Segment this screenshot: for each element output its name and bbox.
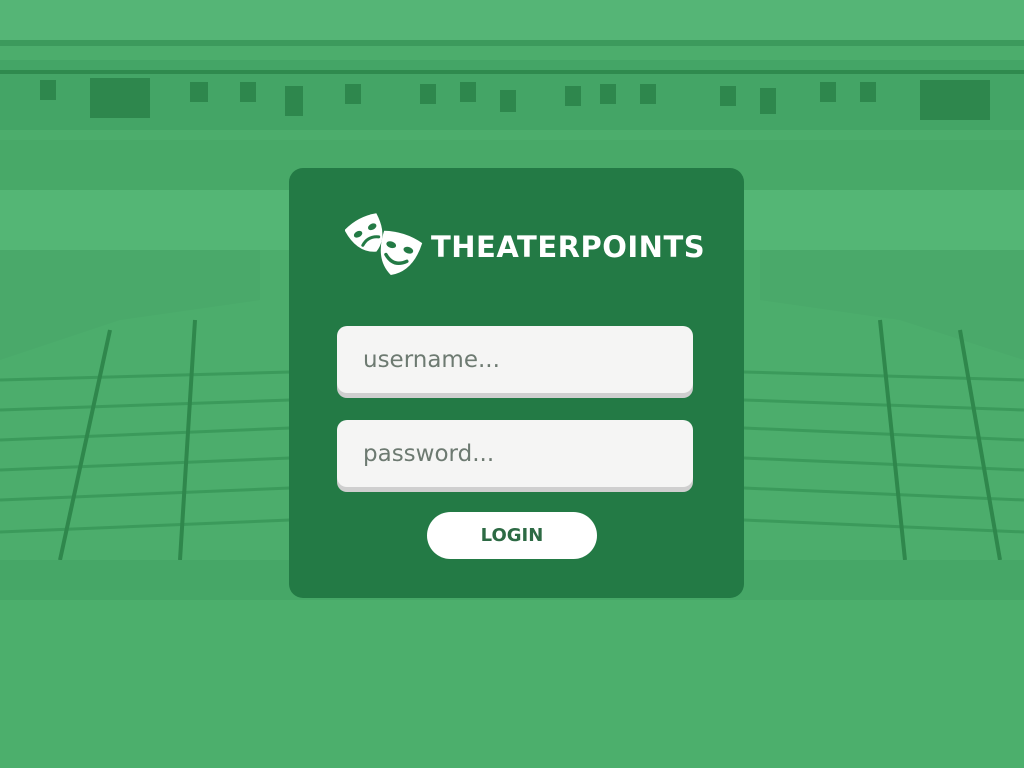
theater-masks-icon xyxy=(345,213,423,276)
login-card: THEATERPOINTS LOGIN xyxy=(289,168,744,598)
password-input[interactable] xyxy=(337,420,693,487)
username-input[interactable] xyxy=(337,326,693,393)
brand-header: THEATERPOINTS xyxy=(345,206,705,286)
login-button[interactable]: LOGIN xyxy=(427,512,597,559)
brand-name: THEATERPOINTS xyxy=(431,230,706,264)
